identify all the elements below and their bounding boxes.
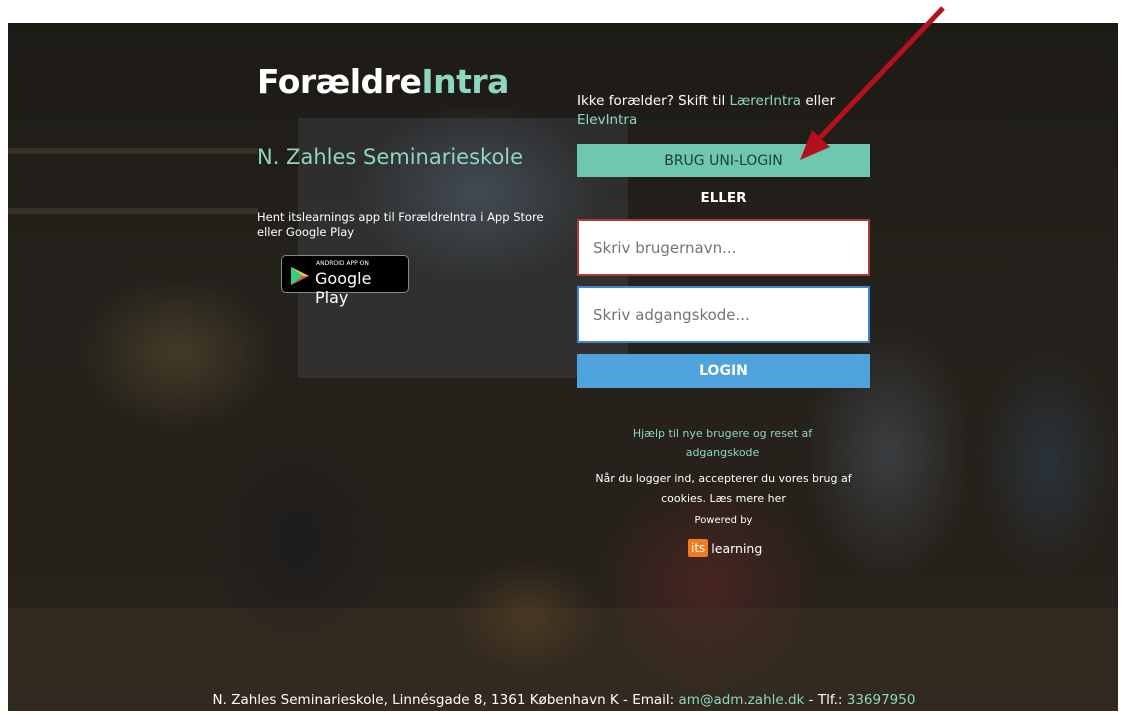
annotation-arrow — [800, 6, 945, 160]
arrow-shaft — [813, 6, 945, 145]
